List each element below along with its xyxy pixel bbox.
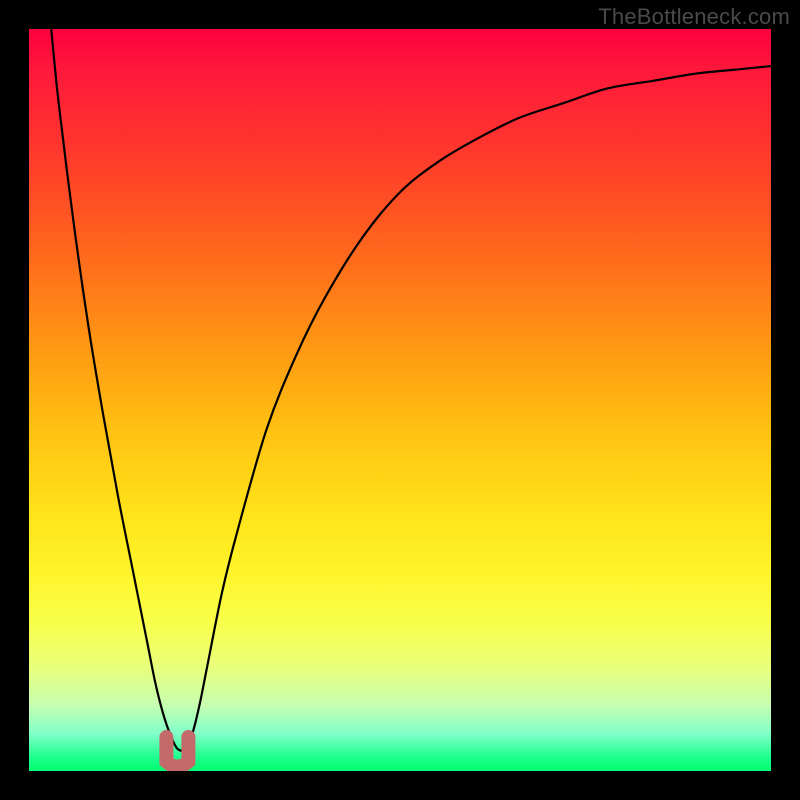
chart-svg bbox=[29, 29, 771, 771]
watermark-text: TheBottleneck.com bbox=[598, 4, 790, 30]
optimal-marker bbox=[166, 737, 188, 767]
chart-frame: TheBottleneck.com bbox=[0, 0, 800, 800]
bottleneck-curve bbox=[51, 29, 771, 751]
plot-area bbox=[29, 29, 771, 771]
